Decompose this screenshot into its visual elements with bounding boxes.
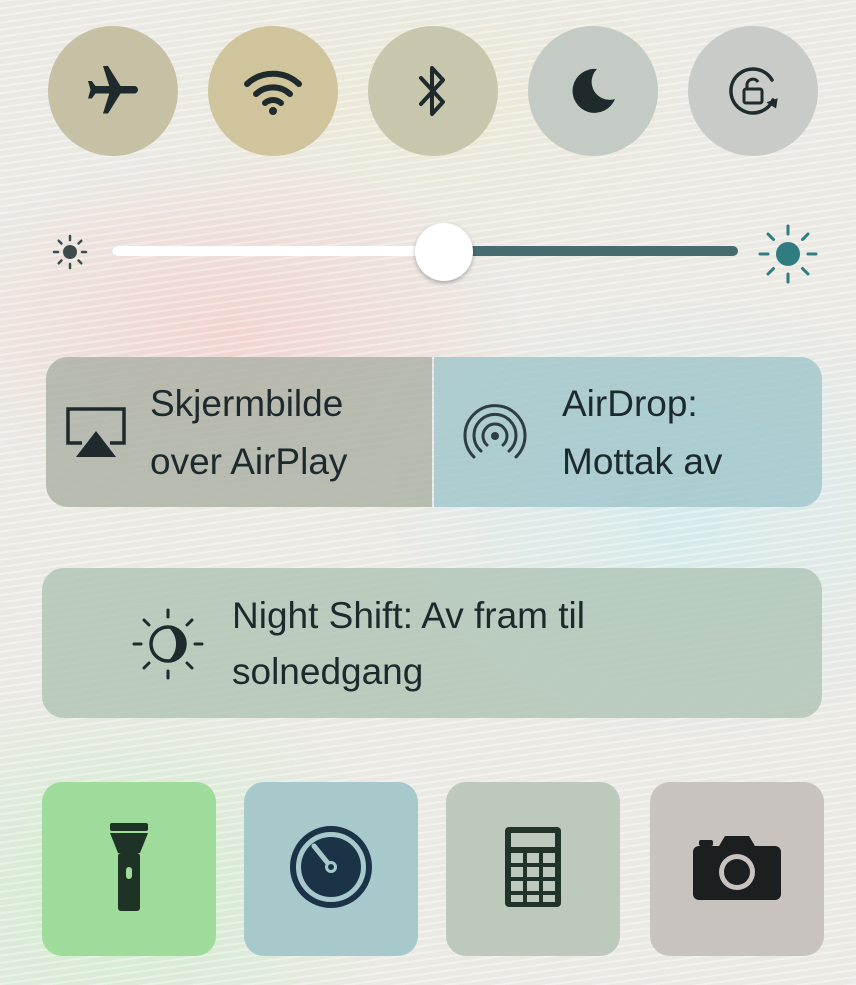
airdrop-button[interactable]: AirDrop: Mottak av bbox=[434, 357, 822, 507]
airplane-mode-toggle[interactable] bbox=[48, 26, 178, 156]
night-shift-button[interactable]: Night Shift: Av fram til solnedgang bbox=[42, 568, 822, 718]
rotation-lock-icon bbox=[722, 60, 784, 122]
airplay-label: Skjermbilde over AirPlay bbox=[150, 375, 347, 491]
camera-icon bbox=[689, 832, 785, 907]
bluetooth-icon bbox=[415, 62, 451, 120]
airdrop-label-line2: Mottak av bbox=[562, 441, 723, 482]
timer-button[interactable] bbox=[244, 782, 418, 956]
airdrop-label-line1: AirDrop: bbox=[562, 383, 698, 424]
bluetooth-toggle[interactable] bbox=[368, 26, 498, 156]
flashlight-button[interactable] bbox=[42, 782, 216, 956]
rotation-lock-toggle[interactable] bbox=[688, 26, 818, 156]
moon-icon bbox=[567, 65, 619, 117]
sun-large-icon bbox=[756, 222, 820, 291]
airplay-airdrop-group: Skjermbilde over AirPlay AirDrop: Mottak… bbox=[46, 357, 822, 507]
control-center: Skjermbilde over AirPlay AirDrop: Mottak… bbox=[0, 0, 856, 985]
sun-small-icon bbox=[50, 232, 90, 277]
airplay-label-line1: Skjermbilde bbox=[150, 383, 344, 424]
night-shift-label: Night Shift: Av fram til solnedgang bbox=[232, 588, 792, 700]
wifi-toggle[interactable] bbox=[208, 26, 338, 156]
airdrop-icon bbox=[460, 399, 530, 474]
camera-button[interactable] bbox=[650, 782, 824, 956]
brightness-slider-thumb[interactable] bbox=[414, 223, 473, 281]
airplay-button[interactable]: Skjermbilde over AirPlay bbox=[46, 357, 432, 507]
airplay-label-line2: over AirPlay bbox=[150, 441, 348, 482]
do-not-disturb-toggle[interactable] bbox=[528, 26, 658, 156]
calculator-button[interactable] bbox=[446, 782, 620, 956]
night-shift-icon bbox=[130, 606, 206, 687]
wifi-icon bbox=[241, 66, 305, 116]
timer-icon bbox=[286, 822, 376, 917]
airdrop-label: AirDrop: Mottak av bbox=[562, 375, 722, 491]
calculator-icon bbox=[503, 825, 563, 914]
night-shift-label-line2: solnedgang bbox=[232, 651, 424, 692]
flashlight-icon bbox=[104, 819, 154, 920]
airplane-icon bbox=[83, 61, 143, 121]
night-shift-label-line1: Night Shift: Av fram til bbox=[232, 595, 585, 636]
brightness-slider-fill bbox=[112, 246, 444, 256]
airplay-icon bbox=[62, 403, 130, 466]
